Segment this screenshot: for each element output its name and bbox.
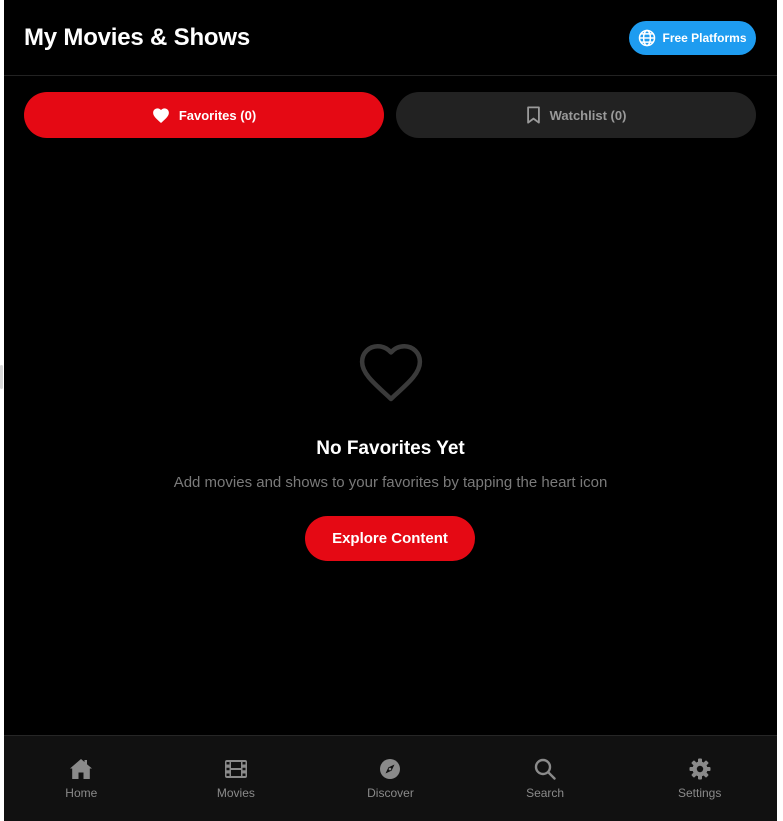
tab-favorites[interactable]: Favorites (0) xyxy=(24,92,384,138)
empty-state-subtitle: Add movies and shows to your favorites b… xyxy=(173,474,608,491)
header: My Movies & Shows Free Platforms xyxy=(4,0,777,76)
nav-label: Home xyxy=(65,786,98,800)
nav-label: Movies xyxy=(216,786,255,800)
explore-content-button[interactable]: Explore Content xyxy=(305,516,475,561)
nav-label: Search xyxy=(526,786,565,800)
nav-item-movies[interactable]: Movies xyxy=(159,736,314,821)
heart-outline-icon xyxy=(359,343,422,402)
nav-item-search[interactable]: Search xyxy=(468,736,623,821)
film-icon xyxy=(224,760,247,778)
heart-icon xyxy=(152,107,169,123)
resize-handle[interactable] xyxy=(0,365,3,389)
nav-item-settings[interactable]: Settings xyxy=(622,736,777,821)
nav-item-home[interactable]: Home xyxy=(4,736,159,821)
nav-label: Settings xyxy=(677,786,722,800)
gear-icon xyxy=(689,758,711,780)
free-platforms-button[interactable]: Free Platforms xyxy=(629,21,756,55)
tab-favorites-label: Favorites (0) xyxy=(178,107,257,123)
globe-icon xyxy=(639,29,656,47)
bookmark-icon xyxy=(526,106,540,124)
nav-label: Discover xyxy=(367,786,414,800)
app-window: My Movies & Shows Free Platforms Favorit… xyxy=(4,0,777,821)
search-icon xyxy=(534,758,556,780)
tab-watchlist[interactable]: Watchlist (0) xyxy=(396,92,756,138)
free-platforms-label: Free Platforms xyxy=(662,31,747,45)
empty-state: No Favorites Yet Add movies and shows to… xyxy=(4,340,777,491)
nav-item-discover[interactable]: Discover xyxy=(313,736,468,821)
home-icon xyxy=(70,759,93,779)
page-title: My Movies & Shows xyxy=(24,24,250,51)
bottom-nav: Home Movies Discover Search Settings xyxy=(4,735,777,821)
tab-bar: Favorites (0) Watchlist (0) xyxy=(24,92,756,138)
empty-state-title: No Favorites Yet xyxy=(316,438,465,459)
tab-watchlist-label: Watchlist (0) xyxy=(549,107,627,123)
compass-icon xyxy=(380,759,401,779)
